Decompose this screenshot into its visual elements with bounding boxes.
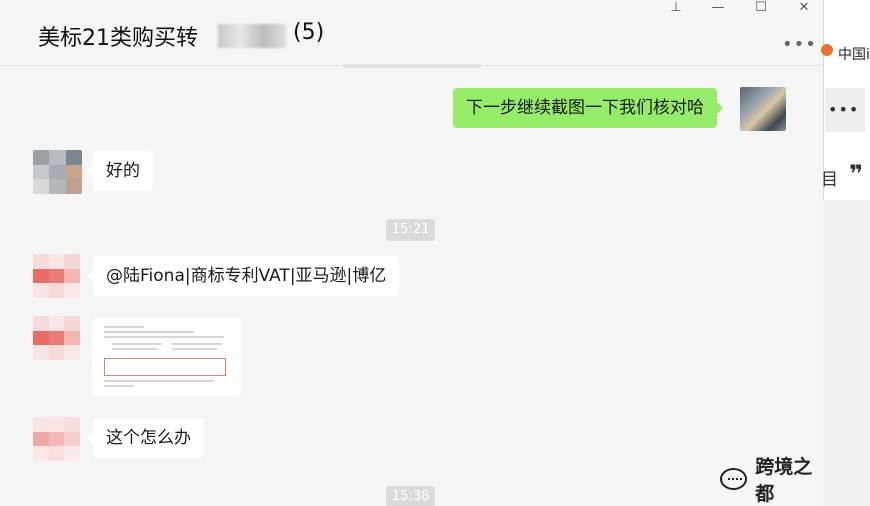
side-quote-icon[interactable]: ❞: [849, 160, 863, 188]
chat-title: 美标21类购买转: [38, 26, 198, 51]
watermark: 跨境之都: [720, 452, 823, 506]
pin-icon[interactable]: ⊥: [667, 0, 685, 15]
avatar[interactable]: [33, 417, 80, 461]
avatar[interactable]: [33, 316, 80, 360]
timestamp: 15:38: [386, 486, 436, 506]
blurred-title-part: [218, 24, 286, 48]
timestamp: 15:21: [386, 219, 436, 241]
close-button[interactable]: ✕: [795, 0, 813, 15]
avatar[interactable]: [33, 254, 80, 298]
watermark-text: 跨境之都: [755, 456, 813, 505]
avatar[interactable]: [33, 150, 82, 194]
wechat-icon: [720, 468, 748, 490]
message-bubble-outgoing[interactable]: 下一步继续截图一下我们核对哈: [453, 88, 723, 128]
side-list-icon[interactable]: 目: [821, 165, 838, 190]
scroll-indicator: [343, 64, 481, 68]
chat-header: 美标21类购买转 (5) ⊥ — ☐ ✕ •••: [0, 0, 823, 66]
message-bubble-incoming[interactable]: @陆Fiona|商标专利VAT|亚马逊|博亿: [86, 256, 400, 296]
side-panel-bottom: [823, 200, 870, 506]
minimize-button[interactable]: —: [709, 0, 727, 15]
more-options-icon[interactable]: •••: [782, 34, 817, 55]
app-icon: [821, 44, 833, 56]
chat-window: 美标21类购买转 (5) ⊥ — ☐ ✕ ••• 下一步继续截图一下我们核对哈 …: [0, 0, 823, 506]
image-message[interactable]: [92, 318, 241, 396]
message-bubble-incoming[interactable]: 好的: [87, 151, 153, 191]
maximize-button[interactable]: ☐: [752, 0, 770, 15]
member-count: (5): [293, 20, 325, 45]
avatar[interactable]: [740, 87, 786, 131]
message-bubble-incoming[interactable]: 这个怎么办: [87, 418, 204, 458]
side-panel-label[interactable]: 中国i: [838, 44, 870, 64]
side-more-icon[interactable]: •••: [828, 100, 859, 119]
